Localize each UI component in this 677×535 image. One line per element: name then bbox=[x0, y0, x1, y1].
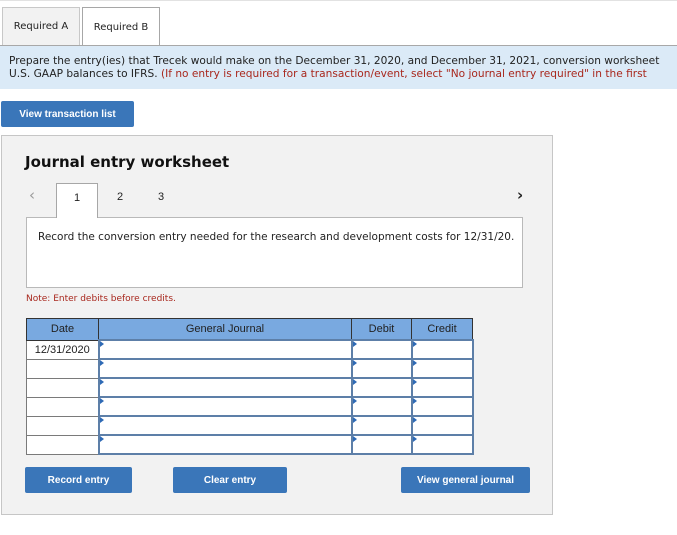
credit-input[interactable] bbox=[410, 339, 474, 360]
table-row bbox=[26, 434, 474, 455]
account-select[interactable] bbox=[97, 358, 353, 379]
debit-input[interactable] bbox=[350, 358, 413, 379]
step-description: Record the conversion entry needed for t… bbox=[26, 217, 523, 288]
table-header-row: Date General Journal Debit Credit bbox=[26, 318, 473, 341]
date-cell[interactable] bbox=[26, 377, 99, 398]
header-credit: Credit bbox=[411, 318, 473, 341]
worksheet-title: Journal entry worksheet bbox=[25, 153, 230, 171]
record-entry-button[interactable]: Record entry bbox=[25, 467, 132, 493]
date-cell[interactable] bbox=[26, 415, 99, 436]
debit-input[interactable] bbox=[350, 434, 413, 455]
account-select[interactable] bbox=[97, 415, 353, 436]
debit-input[interactable] bbox=[350, 415, 413, 436]
credit-input[interactable] bbox=[410, 434, 474, 455]
table-row bbox=[26, 396, 474, 417]
chevron-right-icon[interactable]: › bbox=[517, 186, 523, 204]
table-row bbox=[26, 377, 474, 398]
clear-entry-button[interactable]: Clear entry bbox=[173, 467, 287, 493]
debit-input[interactable] bbox=[350, 339, 413, 360]
credit-input[interactable] bbox=[410, 396, 474, 417]
instructions-hint: (If no entry is required for a transacti… bbox=[160, 68, 647, 80]
credit-input[interactable] bbox=[410, 358, 474, 379]
step-tab-3[interactable]: 3 bbox=[140, 183, 182, 217]
credit-input[interactable] bbox=[410, 415, 474, 436]
header-debit: Debit bbox=[351, 318, 412, 341]
view-transaction-list-button[interactable]: View transaction list bbox=[1, 101, 134, 127]
chevron-left-icon[interactable]: ‹ bbox=[29, 186, 35, 204]
date-cell[interactable] bbox=[26, 358, 99, 379]
account-select[interactable] bbox=[97, 339, 353, 360]
top-divider bbox=[0, 0, 677, 1]
account-select[interactable] bbox=[97, 434, 353, 455]
header-general-journal: General Journal bbox=[98, 318, 352, 341]
step-tab-2[interactable]: 2 bbox=[99, 183, 141, 217]
journal-entry-worksheet: Journal entry worksheet ‹ 1 2 3 › Record… bbox=[1, 135, 553, 515]
debit-input[interactable] bbox=[350, 377, 413, 398]
table-row: 12/31/2020 bbox=[26, 339, 474, 360]
date-cell[interactable] bbox=[26, 396, 99, 417]
account-select[interactable] bbox=[97, 377, 353, 398]
account-select[interactable] bbox=[97, 396, 353, 417]
credit-input[interactable] bbox=[410, 377, 474, 398]
instructions-banner: Prepare the entry(ies) that Trecek would… bbox=[0, 46, 677, 89]
date-cell[interactable]: 12/31/2020 bbox=[26, 339, 99, 360]
journal-table: Date General Journal Debit Credit 12/31/… bbox=[26, 318, 474, 455]
debits-note: Note: Enter debits before credits. bbox=[26, 294, 176, 304]
header-date: Date bbox=[26, 318, 99, 341]
view-general-journal-button[interactable]: View general journal bbox=[401, 467, 530, 493]
instructions-line-1: Prepare the entry(ies) that Trecek would… bbox=[9, 55, 660, 67]
instructions-text: U.S. GAAP balances to IFRS. bbox=[9, 68, 161, 80]
debit-input[interactable] bbox=[350, 396, 413, 417]
step-tab-1[interactable]: 1 bbox=[56, 183, 98, 218]
tab-required-b[interactable]: Required B bbox=[82, 7, 160, 47]
table-row bbox=[26, 415, 474, 436]
date-cell[interactable] bbox=[26, 434, 99, 455]
tab-required-a[interactable]: Required A bbox=[2, 7, 80, 45]
table-row bbox=[26, 358, 474, 379]
instructions-line-2: U.S. GAAP balances to IFRS. (If no entry… bbox=[9, 68, 677, 81]
